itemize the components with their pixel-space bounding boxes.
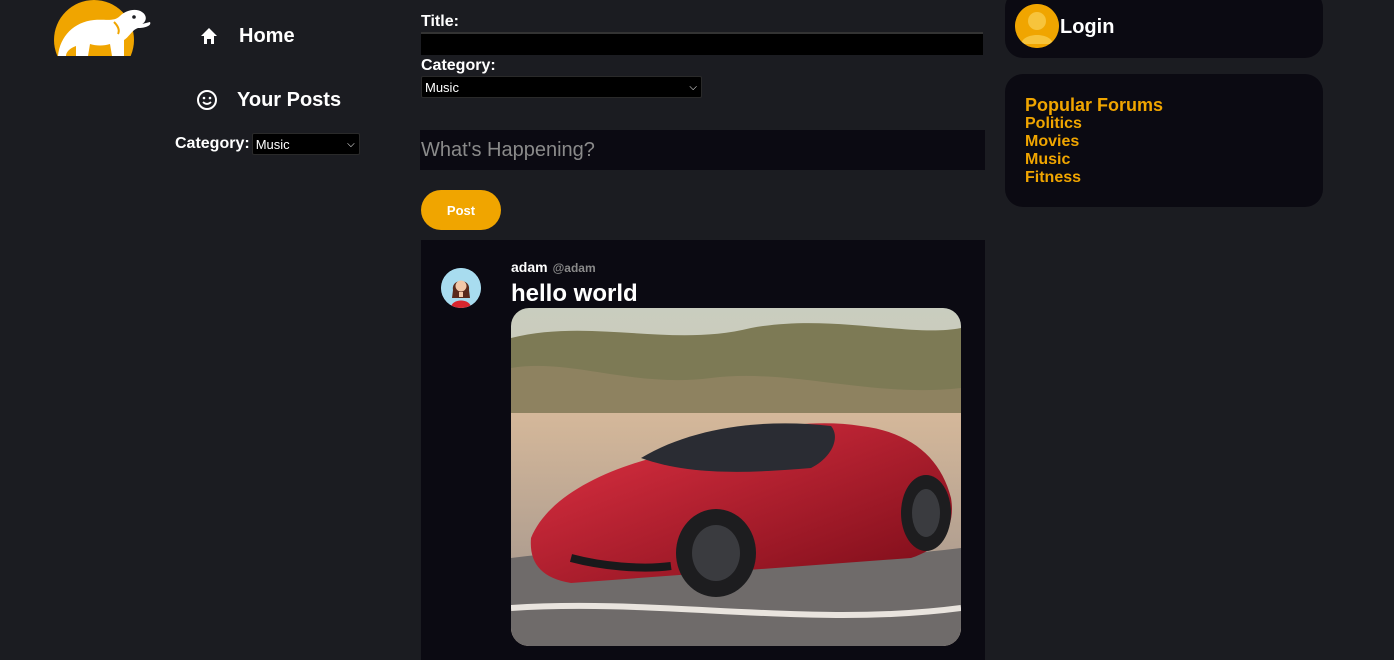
sidebar-category-label: Category:: [175, 135, 250, 152]
sidebar-category-value: Music: [255, 136, 290, 152]
feed: adam @adam hello world: [421, 240, 985, 660]
nav-home[interactable]: Home: [197, 24, 295, 48]
post-handle: @adam: [552, 261, 596, 275]
login-card[interactable]: Login: [1005, 0, 1323, 58]
user-avatar-icon[interactable]: [441, 268, 481, 308]
title-label: Title:: [421, 13, 459, 30]
category-label: Category:: [421, 57, 496, 74]
forum-link-movies[interactable]: Movies: [1025, 133, 1303, 151]
popular-forums-title: Popular Forums: [1025, 95, 1164, 115]
default-user-icon: [1015, 4, 1059, 48]
nav-your-posts-label: Your Posts: [237, 88, 342, 111]
sidebar-category-select[interactable]: Music ⌵: [251, 133, 360, 155]
smiley-icon: [195, 88, 219, 112]
home-icon: [197, 24, 221, 48]
forum-link-fitness[interactable]: Fitness: [1025, 169, 1303, 187]
post-image[interactable]: [511, 308, 961, 646]
post-button[interactable]: Post: [421, 190, 501, 230]
chevron-down-icon: ⌵: [689, 81, 697, 93]
login-link[interactable]: Login: [1060, 16, 1114, 39]
title-input[interactable]: [421, 32, 983, 55]
nav-home-label: Home: [239, 24, 295, 47]
popular-forums-card: Popular Forums Politics Movies Music Fit…: [1005, 74, 1323, 207]
nav-your-posts[interactable]: Your Posts: [195, 88, 341, 112]
chevron-down-icon: ⌵: [347, 138, 355, 150]
elephant-logo-icon[interactable]: [54, 0, 154, 80]
post-header: adam @adam: [511, 259, 596, 275]
category-select-value: Music: [425, 79, 459, 95]
forum-link-politics[interactable]: Politics: [1025, 115, 1303, 133]
forum-link-music[interactable]: Music: [1025, 151, 1303, 169]
whats-happening-input[interactable]: What's Happening?: [420, 130, 985, 170]
sidebar-category-filter: Category: Music ⌵: [175, 133, 360, 155]
category-select[interactable]: Music ⌵: [421, 76, 702, 98]
post-title: hello world: [511, 280, 638, 307]
post-username[interactable]: adam: [511, 259, 548, 275]
